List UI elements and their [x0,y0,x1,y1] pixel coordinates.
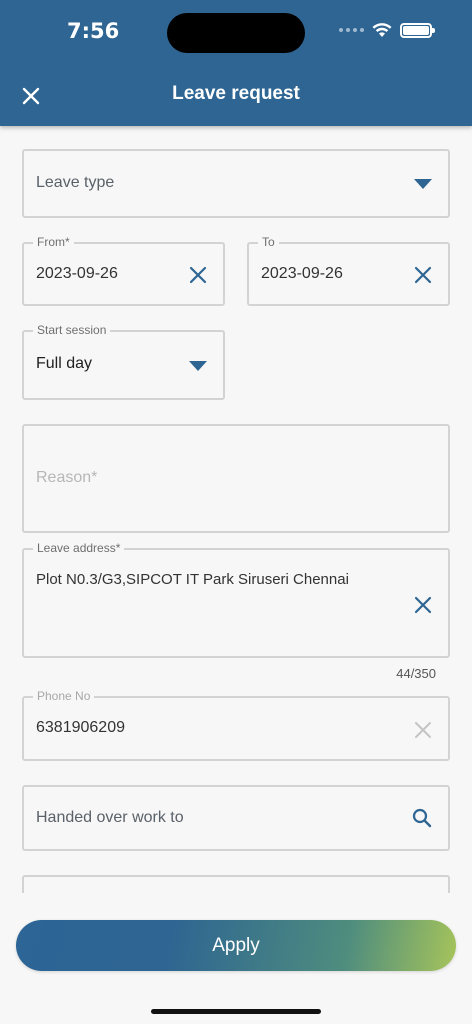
clear-from-date-icon[interactable] [189,266,207,284]
clear-to-date-icon[interactable] [414,266,432,284]
leave-address-textarea[interactable]: Leave address* Plot N0.3/G3,SIPCOT IT Pa… [22,541,450,658]
leave-type-placeholder: Leave type [36,174,115,191]
to-date-field[interactable]: To 2023-09-26 [247,235,450,306]
battery-icon [400,22,435,38]
phone-field[interactable]: Phone No 6381906209 [22,689,450,761]
handed-over-search-field[interactable]: Handed over work to [22,785,450,851]
cellular-signal-icon [339,28,364,32]
start-session-select[interactable]: Start session Full day [22,323,225,400]
leave-address-label: Leave address* [33,541,125,555]
from-date-label: From* [33,235,74,249]
dropdown-arrow-icon [414,179,432,189]
clear-address-icon[interactable] [414,596,432,614]
start-session-value: Full day [36,355,93,372]
handed-over-placeholder: Handed over work to [36,809,184,826]
to-date-label: To [258,235,279,249]
leave-address-value: Plot N0.3/G3,SIPCOT IT Park Siruseri Che… [36,571,349,588]
reason-textarea[interactable]: Reason* [22,424,450,533]
dropdown-arrow-icon [189,361,207,371]
status-time: 7:56 [67,19,120,43]
from-date-field[interactable]: From* 2023-09-26 [22,235,225,306]
reason-placeholder: Reason* [36,469,98,486]
address-char-counter: 44/350 [396,666,436,681]
status-icons [339,22,435,38]
leave-type-select[interactable]: Leave type [22,149,450,218]
home-indicator [151,1009,321,1014]
dynamic-island [167,13,305,53]
from-date-value: 2023-09-26 [36,265,118,282]
page-title: Leave request [172,83,300,104]
to-date-value: 2023-09-26 [261,265,343,282]
start-session-label: Start session [33,323,111,337]
phone-value: 6381906209 [36,719,125,736]
apply-button[interactable]: Apply [16,920,456,971]
app-header: 7:56 Leave request [0,0,472,126]
search-icon[interactable] [412,808,432,828]
clear-phone-icon [415,722,431,738]
phone-label: Phone No [33,689,95,703]
wifi-icon [372,23,392,37]
